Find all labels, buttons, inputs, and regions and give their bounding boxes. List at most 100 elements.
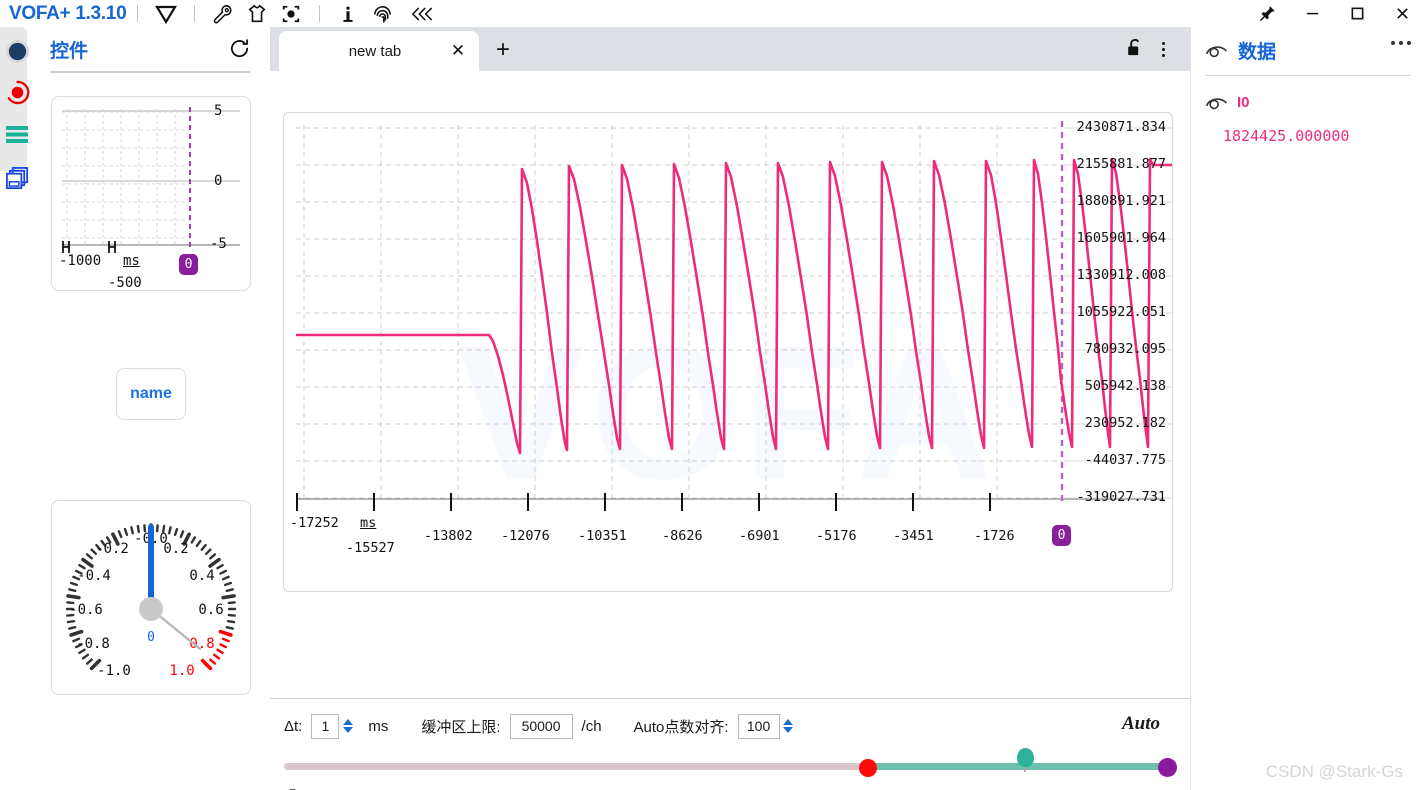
auto-align-label: Auto点数对齐: bbox=[633, 718, 729, 736]
fingerprint-icon[interactable] bbox=[369, 2, 395, 26]
svg-text:-0.2: -0.2 bbox=[95, 541, 129, 557]
data-panel-divider bbox=[1205, 75, 1411, 76]
mini-plot-ytick-5: 5 bbox=[214, 103, 223, 119]
svg-text:-0.8: -0.8 bbox=[76, 636, 110, 652]
mini-plot-ytick-neg5: -5 bbox=[210, 236, 227, 252]
data-channel-value: 1824425.000000 bbox=[1223, 127, 1350, 145]
minimize-icon[interactable] bbox=[1290, 0, 1335, 27]
pin-icon[interactable] bbox=[1245, 0, 1290, 27]
tab-label: new tab bbox=[348, 42, 402, 60]
main-plot-area: new tab ✕ + VOFA 2430871.834 2155881.877… bbox=[270, 27, 1190, 790]
bottom-toolbar: Δt: 1 ms 缓冲区上限: 50000 /ch Auto点数对齐: 100 … bbox=[270, 699, 1190, 790]
controls-panel-divider bbox=[50, 71, 250, 73]
app-version: 1.3.10 bbox=[75, 2, 127, 24]
more-horizontal-icon[interactable] bbox=[1391, 41, 1411, 45]
toolbar-divider-2 bbox=[194, 5, 196, 22]
maximize-icon[interactable] bbox=[1335, 0, 1380, 27]
window-controls bbox=[1245, 0, 1425, 27]
chart-watermark: VOFA bbox=[457, 307, 998, 519]
gauge-widget[interactable]: -0.2 -0.0 0.2 -0.4 0.4 -0.6 0.6 -0.8 0.8… bbox=[51, 500, 251, 695]
svg-text:-1.0: -1.0 bbox=[97, 663, 131, 679]
unlock-icon[interactable] bbox=[1126, 38, 1144, 63]
slider-marker-handle[interactable] bbox=[1017, 748, 1034, 767]
svg-text:0.6: 0.6 bbox=[198, 602, 223, 618]
mini-plot-xtick-500: -500 bbox=[108, 275, 142, 291]
left-icon-rail bbox=[0, 27, 34, 790]
timeline-slider[interactable] bbox=[284, 748, 1177, 778]
mini-plot-ytick-0: 0 bbox=[214, 173, 223, 189]
svg-text:-0.6: -0.6 bbox=[69, 602, 103, 618]
close-icon[interactable] bbox=[1380, 0, 1425, 27]
svg-text:1.0: 1.0 bbox=[169, 663, 194, 679]
close-icon[interactable]: ✕ bbox=[445, 38, 471, 64]
name-button-label: name bbox=[130, 385, 172, 402]
shirt-icon[interactable] bbox=[244, 2, 270, 26]
wrench-icon[interactable] bbox=[210, 2, 236, 26]
mini-plot-cursor-badge[interactable]: 0 bbox=[179, 254, 198, 275]
record-dot-icon[interactable] bbox=[0, 32, 34, 70]
auto-mode-label[interactable]: Auto bbox=[1122, 713, 1160, 735]
x-tick: -13802 bbox=[424, 528, 473, 544]
svg-text:-0.4: -0.4 bbox=[77, 568, 111, 584]
add-tab-button[interactable]: + bbox=[491, 38, 515, 62]
slider-right-handle[interactable] bbox=[1158, 758, 1177, 777]
y-tick: -44037.775 bbox=[1084, 452, 1166, 468]
gauge-svg: -0.2 -0.0 0.2 -0.4 0.4 -0.6 0.6 -0.8 0.8… bbox=[65, 523, 237, 679]
controls-panel-title: 控件 bbox=[50, 40, 89, 62]
x-tick: -6901 bbox=[739, 528, 780, 544]
brand-name: VOFA+ bbox=[9, 2, 71, 24]
collapse-left-icon[interactable] bbox=[409, 2, 435, 26]
data-panel-title: 数据 bbox=[1238, 41, 1277, 63]
x-tick: -12076 bbox=[501, 528, 550, 544]
controls-panel: 控件 5 0 -5 -1000 ms -500 0 name -0.2 0.2 … bbox=[34, 27, 270, 790]
auto-align-input[interactable]: 100 bbox=[737, 713, 780, 739]
record-circle-icon[interactable] bbox=[0, 73, 34, 111]
buffer-limit-input[interactable]: 50000 bbox=[509, 713, 573, 739]
chart-cursor-badge[interactable]: 0 bbox=[1052, 525, 1071, 546]
data-panel-header: 数据 bbox=[1191, 27, 1425, 73]
chart-x-unit: ms bbox=[360, 515, 377, 531]
eye-icon[interactable] bbox=[1205, 93, 1228, 112]
svg-text:0.2: 0.2 bbox=[163, 541, 188, 557]
y-tick: 2155881.877 bbox=[1076, 156, 1166, 172]
toolbar-divider-3 bbox=[319, 5, 321, 22]
logo-v-icon[interactable] bbox=[153, 2, 179, 26]
toolbar-settings-row: Δt: 1 ms 缓冲区上限: 50000 /ch Auto点数对齐: 100 bbox=[284, 712, 795, 740]
slider-left-handle[interactable] bbox=[859, 759, 877, 777]
target-icon[interactable] bbox=[278, 2, 304, 26]
toolbar-status-row: 50000 / 50000 | 17253 1725.2ms/X-div bbox=[284, 786, 685, 790]
svg-text:0.4: 0.4 bbox=[189, 568, 214, 584]
chart-frame[interactable]: VOFA 2430871.834 2155881.877 1880891.921… bbox=[283, 112, 1173, 592]
y-tick: 505942.138 bbox=[1084, 378, 1166, 394]
y-tick: 1330912.008 bbox=[1076, 267, 1166, 283]
y-tick: 1880891.921 bbox=[1076, 193, 1166, 209]
chart-y-tick-labels: 2430871.834 2155881.877 1880891.921 1605… bbox=[1066, 113, 1166, 591]
eye-icon[interactable] bbox=[1205, 41, 1228, 60]
mini-plot-widget[interactable]: 5 0 -5 -1000 ms -500 0 bbox=[51, 96, 251, 291]
layers-icon[interactable] bbox=[0, 159, 34, 197]
page-watermark: CSDN @Stark-Gs bbox=[1265, 762, 1403, 781]
name-button-widget[interactable]: name bbox=[116, 368, 186, 420]
chart-svg: VOFA bbox=[296, 121, 1172, 519]
x-tick: -17252 bbox=[290, 515, 339, 531]
dt-input[interactable]: 1 bbox=[311, 713, 340, 739]
more-vertical-icon[interactable] bbox=[1154, 37, 1172, 61]
auto-align-stepper[interactable] bbox=[782, 714, 795, 739]
data-channel-row[interactable]: I0 bbox=[1205, 93, 1250, 112]
tab-new-tab[interactable]: new tab ✕ bbox=[279, 31, 479, 71]
x-tick: -10351 bbox=[578, 528, 627, 544]
buffer-limit-label: 缓冲区上限: bbox=[421, 718, 501, 736]
dt-stepper[interactable] bbox=[341, 714, 354, 739]
y-tick: 1055922.051 bbox=[1076, 304, 1166, 320]
plot-empty-space bbox=[270, 592, 1190, 698]
x-tick: -5176 bbox=[816, 528, 857, 544]
refresh-icon[interactable] bbox=[229, 38, 250, 64]
y-tick: 230952.182 bbox=[1084, 415, 1166, 431]
x-tick: -3451 bbox=[893, 528, 934, 544]
info-icon[interactable] bbox=[335, 2, 361, 26]
menu-bars-icon[interactable] bbox=[0, 115, 34, 153]
controls-panel-header: 控件 bbox=[34, 27, 270, 71]
dt-label: Δt: bbox=[284, 717, 303, 735]
svg-text:VOFA: VOFA bbox=[457, 307, 998, 519]
y-tick: -319027.731 bbox=[1076, 489, 1166, 505]
